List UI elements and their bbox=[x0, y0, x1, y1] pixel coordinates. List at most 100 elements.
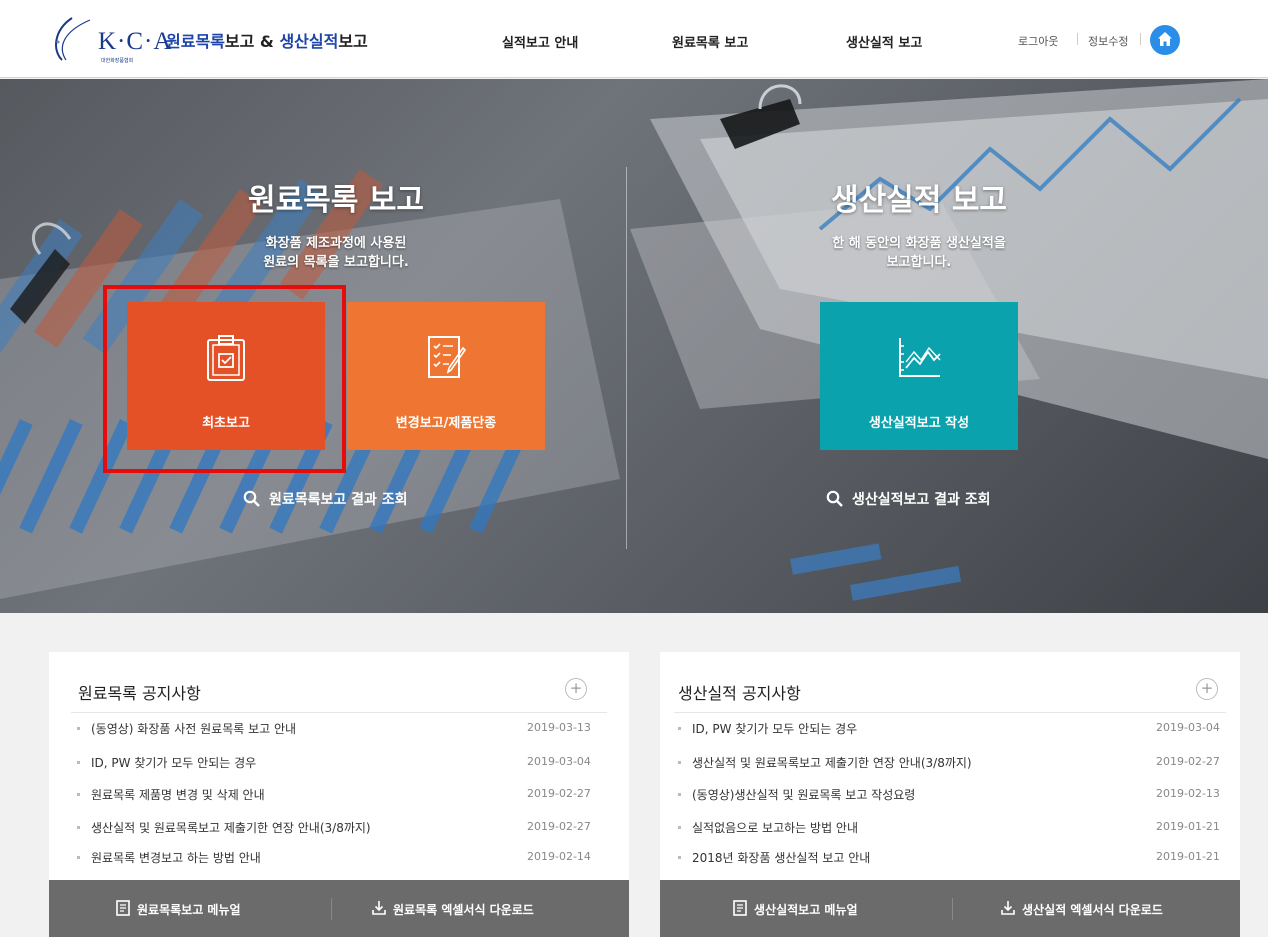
manual-icon bbox=[733, 900, 747, 916]
logo-kca-text: K·C·A bbox=[98, 28, 173, 55]
notice-item[interactable]: (동영상)생산실적 및 원료목록 보고 작성요령 2019-02-13 bbox=[678, 786, 1220, 804]
ingredient-report-desc: 화장품 제조과정에 사용된 원료의 목록을 보고합니다. bbox=[136, 234, 536, 272]
site-title-part4: 보고 bbox=[338, 32, 368, 51]
bullet bbox=[77, 727, 80, 730]
notice-date: 2019-01-21 bbox=[1156, 850, 1220, 863]
ingredient-desc-line1: 화장품 제조과정에 사용된 bbox=[265, 236, 407, 251]
ingredient-result-search-label: 원료목록보고 결과 조회 bbox=[269, 492, 408, 508]
plus-icon: + bbox=[1200, 679, 1214, 697]
production-manual-button[interactable]: 생산실적보고 메뉴얼 bbox=[732, 880, 932, 937]
production-result-search-link[interactable]: 생산실적보고 결과 조회 bbox=[826, 489, 1026, 509]
site-title-part1: 원료목록 bbox=[166, 32, 225, 51]
notice-item[interactable]: 2018년 화장품 생산실적 보고 안내 2019-01-21 bbox=[678, 849, 1220, 867]
ingredient-desc-line2: 원료의 목록을 보고합니다. bbox=[263, 255, 409, 270]
notice-title: 생산실적 및 원료목록보고 제출기한 연장 안내(3/8까지) bbox=[91, 821, 371, 835]
search-icon bbox=[826, 490, 843, 507]
production-report-write-label: 생산실적보고 작성 bbox=[868, 416, 970, 431]
notice-date: 2019-02-14 bbox=[527, 850, 591, 863]
ingredient-report-title: 원료목록 보고 bbox=[247, 183, 425, 218]
bullet bbox=[77, 826, 80, 829]
home-icon bbox=[1158, 32, 1172, 46]
hero-banner: 원료목록 보고 화장품 제조과정에 사용된 원료의 목록을 보고합니다. 최초보… bbox=[0, 79, 1268, 613]
ingredient-notice-title: 원료목록 공지사항 bbox=[78, 684, 201, 703]
site-logo[interactable]: K·C·A 대한화장품협회 원료목록보고 & 생산실적보고 bbox=[44, 14, 404, 64]
logout-link[interactable]: 로그아웃 bbox=[1018, 33, 1058, 49]
ingredient-manual-label: 원료목록보고 메뉴얼 bbox=[137, 903, 241, 917]
ingredient-notice-panel: 원료목록 공지사항 + (동영상) 화장품 사전 원료목록 보고 안내 2019… bbox=[49, 652, 629, 937]
notice-item[interactable]: 생산실적 및 원료목록보고 제출기한 연장 안내(3/8까지) 2019-02-… bbox=[77, 819, 591, 837]
notice-title: 2018년 화장품 생산실적 보고 안내 bbox=[692, 851, 871, 865]
notice-item[interactable]: 원료목록 변경보고 하는 방법 안내 2019-02-14 bbox=[77, 849, 591, 867]
bullet bbox=[77, 793, 80, 796]
notice-date: 2019-02-27 bbox=[1156, 755, 1220, 768]
bullet bbox=[678, 793, 681, 796]
production-result-search-label: 생산실적보고 결과 조회 bbox=[852, 492, 991, 508]
ingredient-manual-button[interactable]: 원료목록보고 메뉴얼 bbox=[115, 880, 315, 937]
notice-item[interactable]: ID, PW 찾기가 모두 안되는 경우 2019-03-04 bbox=[678, 720, 1220, 738]
production-notice-panel: 생산실적 공지사항 + ID, PW 찾기가 모두 안되는 경우 2019-03… bbox=[660, 652, 1240, 937]
hero-divider bbox=[626, 167, 627, 549]
bullet bbox=[678, 761, 681, 764]
production-report-desc: 한 해 동안의 화장품 생산실적을 보고합니다. bbox=[719, 234, 1119, 272]
bullet bbox=[678, 727, 681, 730]
manual-icon bbox=[116, 900, 130, 916]
bullet bbox=[678, 826, 681, 829]
download-icon bbox=[372, 901, 386, 915]
notice-date: 2019-03-13 bbox=[527, 721, 591, 734]
ingredient-panel-footer: 원료목록보고 메뉴얼 원료목록 엑셀서식 다운로드 bbox=[49, 880, 629, 937]
bullet bbox=[77, 761, 80, 764]
notice-date: 2019-01-21 bbox=[1156, 820, 1220, 833]
notice-title: 실적없음으로 보고하는 방법 안내 bbox=[692, 821, 859, 835]
notice-title: 생산실적 및 원료목록보고 제출기한 연장 안내(3/8까지) bbox=[692, 756, 972, 770]
search-icon bbox=[243, 490, 260, 507]
highlight-frame bbox=[103, 285, 346, 473]
notice-item[interactable]: 실적없음으로 보고하는 방법 안내 2019-01-21 bbox=[678, 819, 1220, 837]
production-manual-label: 생산실적보고 메뉴얼 bbox=[754, 903, 858, 917]
nav-report-guide[interactable]: 실적보고 안내 bbox=[502, 32, 578, 51]
notice-item[interactable]: ID, PW 찾기가 모두 안되는 경우 2019-03-04 bbox=[77, 754, 591, 772]
site-title-part3: 생산실적 bbox=[279, 32, 339, 51]
production-excel-download-button[interactable]: 생산실적 엑셀서식 다운로드 bbox=[1000, 880, 1230, 937]
footer-divider bbox=[331, 898, 332, 920]
ingredient-excel-download-label: 원료목록 엑셀서식 다운로드 bbox=[393, 903, 534, 917]
production-excel-download-label: 생산실적 엑셀서식 다운로드 bbox=[1022, 903, 1163, 917]
production-panel-footer: 생산실적보고 메뉴얼 생산실적 엑셀서식 다운로드 bbox=[660, 880, 1240, 937]
bullet bbox=[678, 856, 681, 859]
notice-title: (동영상) 화장품 사전 원료목록 보고 안내 bbox=[91, 722, 297, 736]
notice-item[interactable]: 생산실적 및 원료목록보고 제출기한 연장 안내(3/8까지) 2019-02-… bbox=[678, 754, 1220, 772]
notice-item[interactable]: 원료목록 제품명 변경 및 삭제 안내 2019-02-27 bbox=[77, 786, 591, 804]
util-divider bbox=[1077, 33, 1078, 45]
notice-date: 2019-02-27 bbox=[527, 787, 591, 800]
site-header: K·C·A 대한화장품협회 원료목록보고 & 생산실적보고 실적보고 안내 원료… bbox=[0, 0, 1268, 78]
panel-divider bbox=[674, 712, 1226, 713]
notice-title: 원료목록 제품명 변경 및 삭제 안내 bbox=[91, 788, 265, 802]
edit-info-link[interactable]: 정보수정 bbox=[1088, 33, 1128, 49]
notice-item[interactable]: (동영상) 화장품 사전 원료목록 보고 안내 2019-03-13 bbox=[77, 720, 591, 738]
home-button[interactable] bbox=[1150, 25, 1180, 55]
change-report-button[interactable]: 변경보고/제품단종 bbox=[347, 302, 545, 450]
ingredient-notice-more-button[interactable]: + bbox=[565, 678, 587, 700]
notice-title: 원료목록 변경보고 하는 방법 안내 bbox=[91, 851, 261, 865]
production-report-title: 생산실적 보고 bbox=[830, 183, 1008, 218]
production-notice-more-button[interactable]: + bbox=[1196, 678, 1218, 700]
nav-production-report[interactable]: 생산실적 보고 bbox=[846, 32, 922, 51]
notice-date: 2019-03-04 bbox=[527, 755, 591, 768]
site-title-part2: 보고 & bbox=[224, 32, 280, 51]
bullet bbox=[77, 856, 80, 859]
notice-date: 2019-03-04 bbox=[1156, 721, 1220, 734]
production-desc-line2: 보고합니다. bbox=[886, 255, 952, 270]
notice-date: 2019-02-13 bbox=[1156, 787, 1220, 800]
plus-icon: + bbox=[569, 679, 583, 697]
notice-title: ID, PW 찾기가 모두 안되는 경우 bbox=[91, 756, 257, 770]
checklist-pen-icon bbox=[428, 336, 467, 378]
ingredient-result-search-link[interactable]: 원료목록보고 결과 조회 bbox=[243, 489, 443, 509]
chart-line-icon bbox=[899, 338, 941, 377]
ingredient-excel-download-button[interactable]: 원료목록 엑셀서식 다운로드 bbox=[371, 880, 611, 937]
kca-logo-mark-icon bbox=[55, 17, 91, 61]
notice-date: 2019-02-27 bbox=[527, 820, 591, 833]
notice-title: ID, PW 찾기가 모두 안되는 경우 bbox=[692, 722, 858, 736]
nav-ingredient-report[interactable]: 원료목록 보고 bbox=[672, 32, 748, 51]
footer-divider bbox=[952, 898, 953, 920]
production-report-write-button[interactable]: 생산실적보고 작성 bbox=[820, 302, 1018, 450]
notice-title: (동영상)생산실적 및 원료목록 보고 작성요령 bbox=[692, 788, 916, 802]
